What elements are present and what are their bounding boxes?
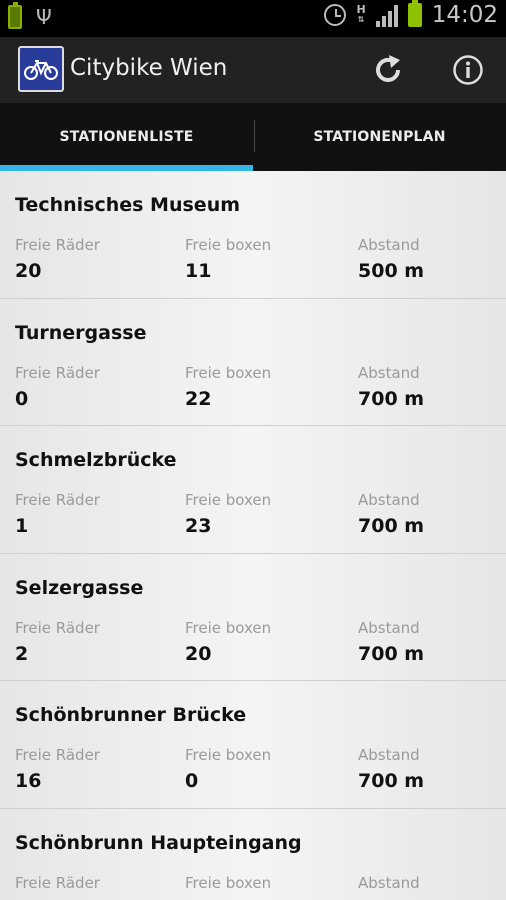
- tab-stationenliste[interactable]: STATIONENLISTE: [0, 103, 253, 171]
- battery-icon: [407, 0, 422, 27]
- distance-label: Abstand: [358, 236, 420, 254]
- station-item[interactable]: Selzergasse Freie Räder 2 Freie boxen 20 A…: [0, 554, 506, 681]
- alarm-icon: [324, 4, 347, 26]
- distance-value: 700 m: [358, 770, 425, 792]
- boxes-label: Freie boxen: [185, 746, 272, 764]
- bikes-label: Freie Räder: [15, 363, 100, 382]
- app-title: Citybike Wien: [70, 55, 228, 81]
- bikes-label: Freie Räder: [15, 873, 100, 892]
- station-item[interactable]: Schönbrunner Brücke Freie Räder 16 Freie …: [0, 681, 506, 809]
- bicycle-icon[interactable]: [18, 46, 64, 92]
- station-item[interactable]: Schmelzbrücke Freie Räder 1 Freie boxen 23…: [0, 426, 506, 554]
- station-item[interactable]: Schönbrunn Haupteingang Freie Räder Frei…: [0, 809, 506, 900]
- bikes-label: Freie Räder: [15, 236, 100, 254]
- action-bar: Citybike Wien: [0, 37, 506, 103]
- station-name: Selzergasse: [15, 576, 144, 599]
- refresh-icon[interactable]: [372, 54, 404, 86]
- boxes-value: 20: [185, 642, 212, 665]
- tab-bar: STATIONENLISTE STATIONENPLAN: [0, 103, 506, 171]
- station-item[interactable]: Turnergasse Freie Räder 0 Freie boxen 22 A…: [0, 299, 506, 426]
- boxes-label: Freie boxen: [185, 363, 272, 382]
- usb-icon: Ψ: [36, 5, 52, 29]
- distance-label: Abstand: [358, 873, 420, 892]
- tab-stationenplan[interactable]: STATIONENPLAN: [253, 103, 506, 171]
- boxes-label: Freie boxen: [185, 491, 272, 509]
- info-icon[interactable]: [452, 54, 484, 86]
- status-bar: Ψ H ⇅ 14:02: [0, 0, 506, 37]
- distance-value: 700 m: [358, 387, 425, 410]
- station-name: Schmelzbrücke: [15, 449, 177, 471]
- boxes-value: 22: [185, 387, 212, 410]
- battery-charging-icon: [8, 2, 22, 29]
- clock: 14:02: [431, 2, 498, 28]
- distance-label: Abstand: [358, 618, 420, 637]
- bikes-value: 0: [15, 387, 29, 410]
- boxes-label: Freie boxen: [185, 873, 272, 892]
- station-name: Technisches Museum: [15, 194, 241, 216]
- network-h-icon: H ⇅: [356, 3, 366, 24]
- distance-value: 500 m: [358, 260, 425, 282]
- bikes-label: Freie Räder: [15, 746, 100, 764]
- boxes-value: 11: [185, 260, 212, 282]
- distance-value: 700 m: [358, 642, 425, 665]
- station-item[interactable]: Technisches Museum Freie Räder 20 Freie b…: [0, 171, 506, 299]
- station-name: Schönbrunn Haupteingang: [15, 831, 302, 854]
- boxes-value: 0: [185, 770, 199, 792]
- station-name: Schönbrunner Brücke: [15, 704, 247, 726]
- distance-label: Abstand: [358, 746, 420, 764]
- distance-label: Abstand: [358, 363, 420, 382]
- boxes-label: Freie boxen: [185, 236, 272, 254]
- distance-label: Abstand: [358, 491, 420, 509]
- bikes-value: 1: [15, 515, 29, 537]
- distance-value: 700 m: [358, 515, 425, 537]
- tab-divider: [254, 120, 255, 152]
- boxes-value: 23: [185, 515, 212, 537]
- station-name: Turnergasse: [15, 321, 147, 344]
- station-list[interactable]: Technisches Museum Freie Räder 20 Freie b…: [0, 171, 506, 900]
- bikes-value: 20: [15, 260, 42, 282]
- boxes-label: Freie boxen: [185, 618, 272, 637]
- bikes-label: Freie Räder: [15, 491, 100, 509]
- signal-icon: [375, 3, 398, 27]
- bikes-label: Freie Räder: [15, 618, 100, 637]
- bikes-value: 2: [15, 642, 29, 665]
- bikes-value: 16: [15, 770, 42, 792]
